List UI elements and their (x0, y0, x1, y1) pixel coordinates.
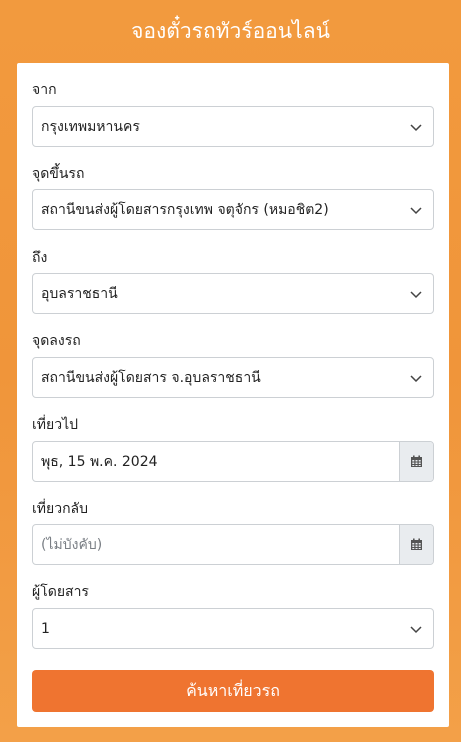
depart-date-value: พุธ, 15 พ.ค. 2024 (41, 453, 158, 470)
dropoff-select[interactable]: สถานีขนส่งผู้โดยสาร จ.อุบลราชธานี (32, 357, 434, 398)
return-date-field[interactable]: (ไม่บังคับ) (32, 524, 434, 565)
boarding-select[interactable]: สถานีขนส่งผู้โดยสารกรุงเทพ จตุจักร (หมอช… (32, 189, 434, 230)
from-select[interactable]: กรุงเทพมหานคร (32, 106, 434, 147)
chevron-down-icon (410, 291, 422, 299)
return-label: เที่ยวกลับ (32, 501, 89, 517)
boarding-value: สถานีขนส่งผู้โดยสารกรุงเทพ จตุจักร (หมอช… (41, 201, 329, 218)
depart-calendar-button[interactable] (399, 442, 433, 481)
chevron-down-icon (410, 207, 422, 215)
chevron-down-icon (410, 124, 422, 132)
passengers-label: ผู้โดยสาร (32, 584, 89, 600)
chevron-down-icon (410, 626, 422, 634)
passengers-value: 1 (41, 620, 50, 637)
search-trips-button[interactable]: ค้นหาเที่ยวรถ (32, 670, 434, 712)
to-select[interactable]: อุบลราชธานี (32, 273, 434, 314)
from-label: จาก (32, 82, 57, 98)
depart-label: เที่ยวไป (32, 417, 79, 433)
booking-form: จาก กรุงเทพมหานคร จุดขึ้นรถ สถานีขนส่งผู… (17, 63, 449, 727)
depart-date-field[interactable]: พุธ, 15 พ.ค. 2024 (32, 441, 434, 482)
calendar-icon (411, 455, 422, 467)
page-title: จองตั๋วรถทัวร์ออนไลน์ (131, 18, 330, 43)
dropoff-label: จุดลงรถ (32, 333, 81, 349)
return-calendar-button[interactable] (399, 525, 433, 564)
page-header: จองตั๋วรถทัวร์ออนไลน์ (0, 0, 461, 62)
from-value: กรุงเทพมหานคร (41, 118, 140, 135)
to-label: ถึง (32, 250, 48, 266)
passengers-select[interactable]: 1 (32, 608, 434, 649)
boarding-label: จุดขึ้นรถ (32, 166, 85, 182)
chevron-down-icon (410, 375, 422, 383)
dropoff-value: สถานีขนส่งผู้โดยสาร จ.อุบลราชธานี (41, 369, 261, 386)
return-date-placeholder: (ไม่บังคับ) (41, 536, 103, 553)
calendar-icon (411, 538, 422, 550)
to-value: อุบลราชธานี (41, 285, 118, 302)
